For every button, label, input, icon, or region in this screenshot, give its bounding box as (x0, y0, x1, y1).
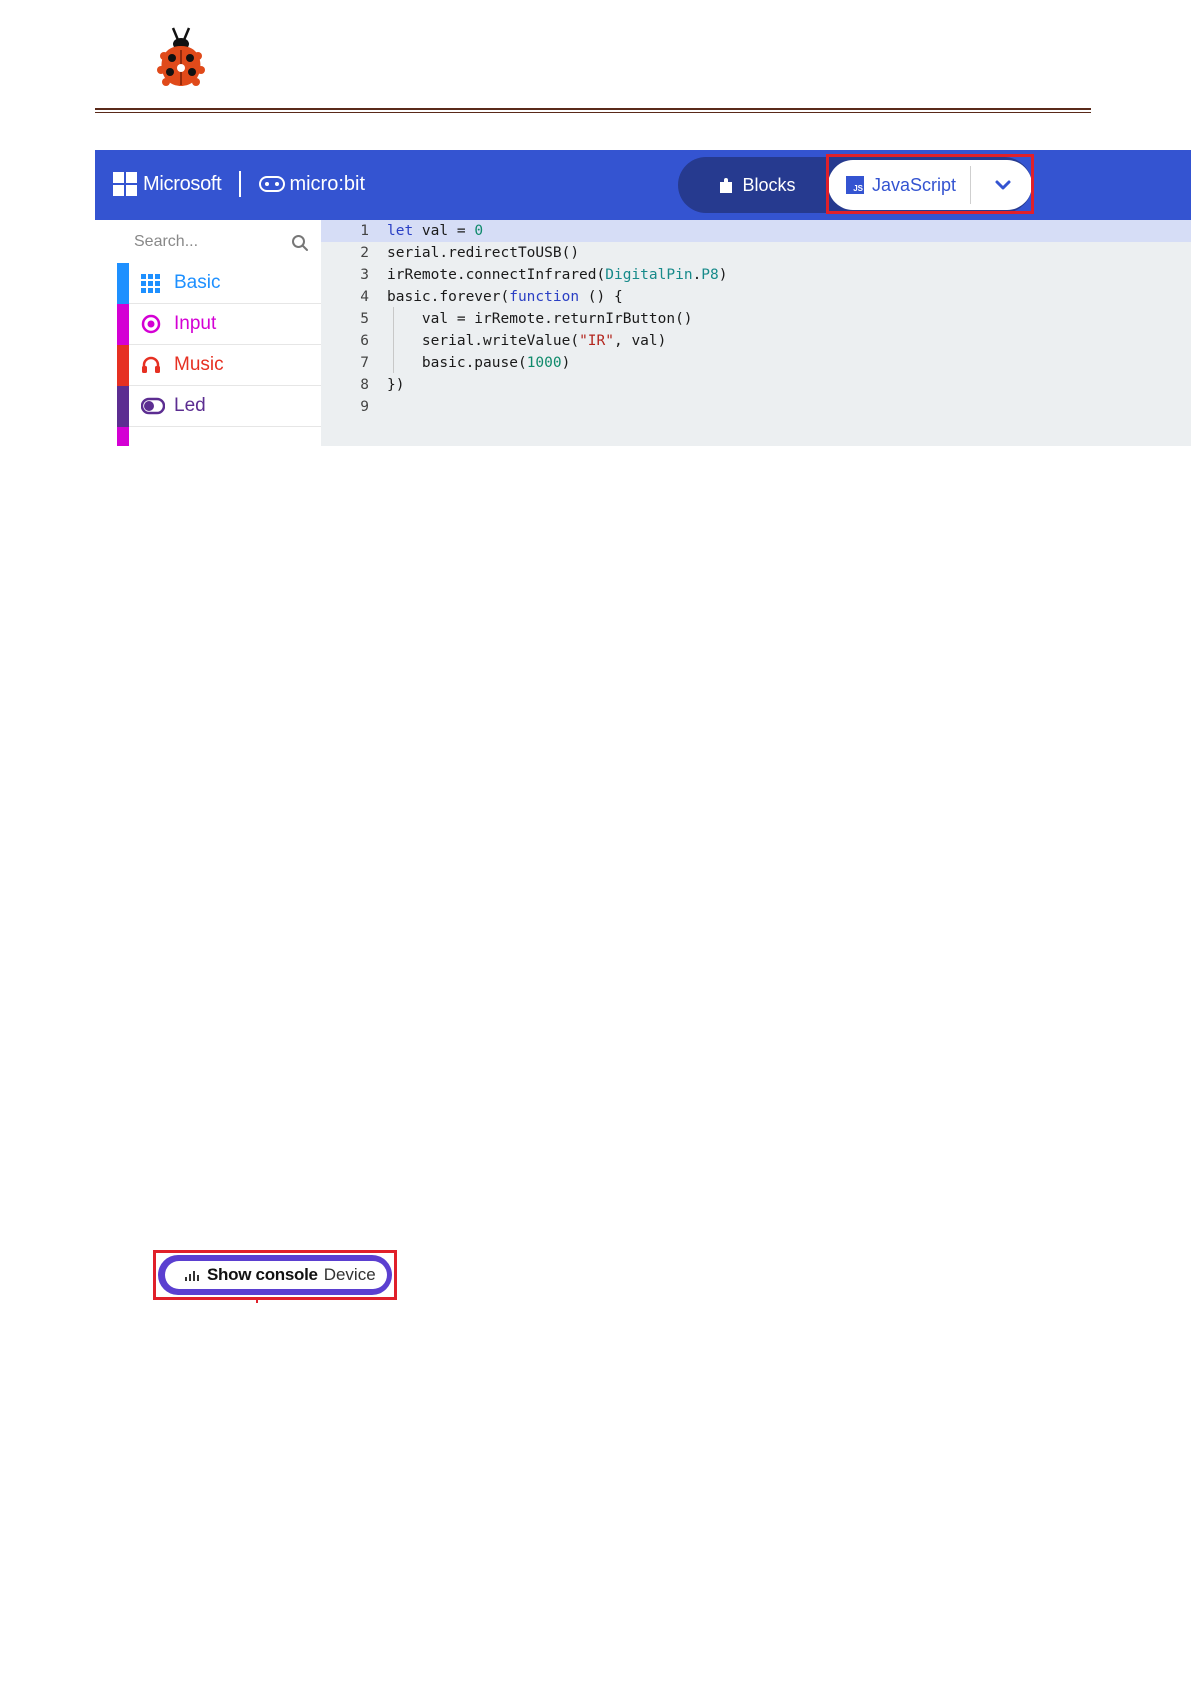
category-label: Basic (174, 272, 221, 293)
code-line[interactable]: 3 irRemote.connectInfrared(DigitalPin.P8… (321, 264, 1191, 286)
show-console-label: Show console (207, 1265, 318, 1284)
category-color-bar (117, 345, 129, 386)
brand-separator (239, 171, 242, 197)
line-number: 8 (360, 377, 369, 393)
headphones-icon (142, 356, 160, 373)
line-number: 5 (360, 311, 369, 327)
device-label: Device (323, 1265, 376, 1284)
microsoft-label: Microsoft (143, 172, 222, 195)
ladybug-logo-icon (157, 27, 205, 86)
highlight-tick (256, 1299, 258, 1303)
line-number: 9 (360, 399, 369, 415)
code-line[interactable]: 1 let val = 0 (321, 220, 1191, 242)
code-line[interactable]: 6 serial.writeValue("IR", val) (321, 330, 1191, 352)
blocks-label: Blocks (742, 174, 796, 195)
code-text: irRemote.connectInfrared(DigitalPin.P8) (387, 267, 728, 283)
category-label: Music (174, 354, 224, 375)
toggle-icon (141, 397, 165, 415)
code-line[interactable]: 2 serial.redirectToUSB() (321, 242, 1191, 264)
line-number: 1 (360, 223, 369, 239)
show-console-button[interactable]: Show console Device (165, 1261, 387, 1289)
category-color-bar (117, 263, 129, 304)
category-color-bar (117, 427, 129, 446)
code-text: val = irRemote.returnIrButton() (387, 311, 693, 327)
code-line[interactable]: 7 basic.pause(1000) (321, 352, 1191, 374)
line-number: 6 (360, 333, 369, 349)
code-text: serial.writeValue("IR", val) (387, 333, 667, 349)
grid-icon (141, 274, 160, 293)
puzzle-icon (720, 178, 733, 193)
category-label: Input (174, 313, 217, 334)
javascript-highlight-box (826, 154, 1034, 214)
indent-guide (393, 307, 394, 373)
search-input[interactable]: Search... (134, 233, 198, 251)
makecode-editor-screenshot: Microsoft micro:bit Blocks JS JavaScript (95, 150, 1191, 446)
line-number: 7 (360, 355, 369, 371)
category-color-bar (117, 304, 129, 345)
category-label: Led (174, 395, 206, 416)
line-number: 2 (360, 245, 369, 261)
category-music[interactable]: Music (117, 345, 321, 386)
top-bar: Microsoft micro:bit Blocks JS JavaScript (95, 150, 1191, 220)
category-color-bar (117, 386, 129, 427)
header-rule (95, 108, 1091, 110)
category-input[interactable]: Input (117, 304, 321, 345)
toolbox-search[interactable]: Search... (117, 220, 321, 263)
category-led[interactable]: Led (117, 386, 321, 427)
microbit-label: micro:bit (289, 172, 366, 195)
blocks-button[interactable]: Blocks (678, 157, 838, 213)
microbit-logo-icon (259, 176, 286, 192)
header-rule-thin (95, 112, 1091, 113)
code-line[interactable]: 4 basic.forever(function () { (321, 286, 1191, 308)
code-line[interactable]: 9 (321, 396, 1191, 418)
code-line[interactable]: 5 val = irRemote.returnIrButton() (321, 308, 1191, 330)
code-line[interactable]: 8 }) (321, 374, 1191, 396)
category-next[interactable] (117, 427, 321, 446)
code-text: let val = 0 (387, 223, 484, 239)
toolbox: Search... Basic Input Music Led (117, 220, 322, 446)
code-text: serial.redirectToUSB() (387, 245, 580, 261)
code-text: basic.forever(function () { (387, 289, 623, 305)
bar-chart-icon (185, 1271, 199, 1281)
line-number: 3 (360, 267, 369, 283)
code-text: basic.pause(1000) (387, 355, 571, 371)
search-icon[interactable] (291, 234, 309, 252)
line-number: 4 (360, 289, 369, 305)
microsoft-logo-icon (113, 172, 137, 196)
target-icon (141, 314, 161, 334)
brand[interactable]: Microsoft micro:bit (113, 171, 365, 197)
code-editor[interactable]: 1 let val = 0 2 serial.redirectToUSB() 3… (321, 220, 1191, 446)
category-basic[interactable]: Basic (117, 263, 321, 304)
code-text: }) (387, 377, 405, 393)
